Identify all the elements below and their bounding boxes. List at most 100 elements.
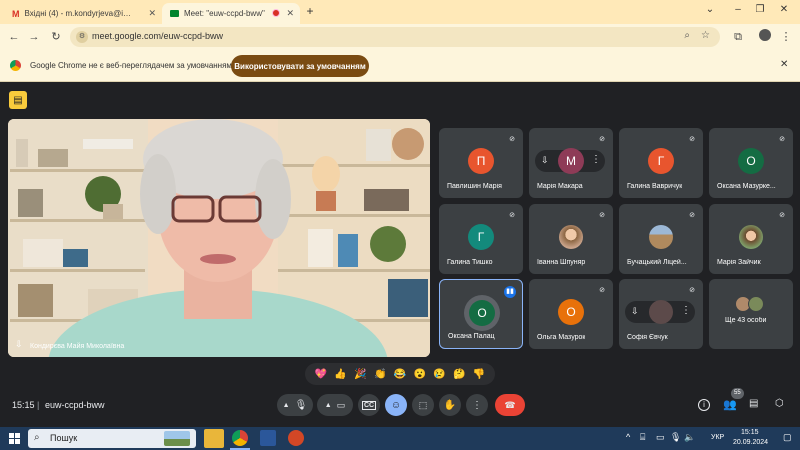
smile-icon: ☺ <box>390 399 402 411</box>
notes-icon[interactable]: ▤ <box>9 91 27 109</box>
more-options-button[interactable]: ⋮ <box>466 394 488 416</box>
bookmark-star-icon[interactable]: ☆ <box>701 30 710 41</box>
reaction-thinking[interactable]: 🤔 <box>453 369 465 380</box>
more-options-icon[interactable]: ⋮ <box>681 305 691 316</box>
powerpoint-icon[interactable] <box>288 430 304 446</box>
control-bar: 15:15 | euw-ccpd-bww ▲ 🎙 ▲ ▭ CC ☺ ⬚ ✋ ⋮ … <box>0 388 800 427</box>
participant-tile[interactable]: ⊘ Іванна Шпуняр <box>529 204 613 274</box>
reaction-surprised[interactable]: 😮 <box>413 369 425 380</box>
tab-search-icon[interactable]: ⌄ <box>700 4 720 15</box>
hand-icon: ✋ <box>443 399 457 411</box>
reaction-clap[interactable]: 👏 <box>374 369 386 380</box>
pin-icon[interactable]: ⇩ <box>15 339 23 350</box>
participant-tile-selected[interactable]: ▮▮ О Оксана Палац <box>439 279 523 349</box>
url-text: meet.google.com/euw-ccpd-bww <box>92 31 224 41</box>
maximize-button[interactable]: ❐ <box>750 4 770 15</box>
tab-gmail[interactable]: M Вхідні (4) - m.kondyrjeva@ippo... ✕ <box>4 3 162 24</box>
captions-icon: CC <box>361 400 377 410</box>
camera-icon: ▭ <box>336 399 346 410</box>
extensions-icon[interactable]: ⧉ <box>730 29 746 45</box>
word-icon[interactable] <box>260 430 276 446</box>
tab-meet[interactable]: Meet: "euw-ccpd-bww" ✕ <box>162 3 300 24</box>
site-info-icon[interactable]: ⚙ <box>76 31 88 43</box>
reload-icon[interactable]: ↻ <box>48 29 64 45</box>
windows-start-icon[interactable] <box>9 433 20 444</box>
more-options-icon[interactable]: ⋮ <box>591 154 601 165</box>
network-icon[interactable]: ⌸ <box>640 432 645 443</box>
file-explorer-icon[interactable] <box>204 429 224 448</box>
battery-icon[interactable]: ▭ <box>656 432 665 443</box>
reaction-sad[interactable]: 😢 <box>433 369 445 380</box>
taskbar-search[interactable]: ⌕ Пошук <box>28 429 196 448</box>
avatar-photo <box>739 225 763 249</box>
participants-count-badge: 55 <box>731 388 744 399</box>
clock-time[interactable]: 15:15 <box>741 429 759 436</box>
infobar-close-icon[interactable]: ✕ <box>780 59 788 70</box>
participant-tile[interactable]: ⊘ Бучацький Ліцей... <box>619 204 703 274</box>
participant-tile[interactable]: ⊘ Марія Зайчик <box>709 204 793 274</box>
captions-button[interactable]: CC <box>358 394 380 416</box>
chevron-up-icon[interactable]: ▲ <box>325 402 332 409</box>
tab-title: Вхідні (4) - m.kondyrjeva@ippo... <box>24 9 135 18</box>
new-tab-button[interactable]: + <box>300 4 320 18</box>
participant-name: Павлишин Марія <box>447 183 502 190</box>
chevron-up-icon[interactable]: ^ <box>626 432 630 442</box>
default-browser-infobar: Google Chrome не є веб-переглядачем за у… <box>0 50 800 82</box>
emoji-button[interactable]: ☺ <box>385 394 407 416</box>
speaker-icon[interactable]: 🔈 <box>684 432 695 443</box>
speaking-indicator-icon: ▮▮ <box>504 286 516 298</box>
participant-tile[interactable]: ⊘ ⇩ ⋮ Софія Євчук <box>619 279 703 349</box>
window-close-button[interactable]: ✕ <box>774 4 794 15</box>
close-tab-icon[interactable]: ✕ <box>148 8 156 19</box>
activities-icon[interactable]: ⬡ <box>775 398 784 409</box>
participant-tile[interactable]: ⊘ Г Галина Вавричук <box>619 128 703 198</box>
address-bar[interactable]: ⚙ meet.google.com/euw-ccpd-bww ⌕ ☆ <box>70 27 720 47</box>
camera-button[interactable]: ▲ ▭ <box>317 394 353 416</box>
participant-tile[interactable]: ⊘ О Ольга Мазурок <box>529 279 613 349</box>
chrome-taskbar-icon[interactable] <box>232 430 248 446</box>
notifications-icon[interactable]: ▢ <box>783 432 792 443</box>
reaction-party[interactable]: 🎉 <box>354 369 366 380</box>
reactions-bar: 💖 👍 🎉 👏 😂 😮 😢 🤔 👎 <box>305 363 495 385</box>
zoom-icon[interactable]: ⌕ <box>684 30 690 41</box>
participant-name: Галина Тишко <box>447 259 493 266</box>
language-indicator[interactable]: УКР <box>711 434 724 441</box>
more-participants-tile[interactable]: Ще 43 особи <box>709 279 793 349</box>
main-video-tile[interactable]: ⇩ Кондирєва Майя Миколаївна <box>8 119 430 357</box>
raise-hand-button[interactable]: ✋ <box>439 394 461 416</box>
microphone-tray-icon[interactable]: 🎙 <box>670 432 681 443</box>
close-tab-icon[interactable]: ✕ <box>286 8 294 19</box>
participant-name: Ольга Мазурок <box>537 334 586 341</box>
participant-tile[interactable]: ⊘ М ⇩ ⋮ Марія Макара <box>529 128 613 198</box>
present-button[interactable]: ⬚ <box>412 394 434 416</box>
profile-avatar[interactable] <box>757 29 773 45</box>
leave-call-button[interactable]: ☎ <box>495 394 525 416</box>
reaction-heart[interactable]: 💖 <box>315 369 327 380</box>
reaction-thumbs-down[interactable]: 👎 <box>473 369 485 380</box>
minimize-button[interactable]: – <box>728 4 748 15</box>
clock-date[interactable]: 20.09.2024 <box>733 439 768 446</box>
meeting-time: 15:15 <box>12 400 35 410</box>
microphone-button[interactable]: ▲ 🎙 <box>277 394 313 416</box>
pin-icon[interactable]: ⇩ <box>541 155 549 166</box>
hang-up-icon: ☎ <box>504 399 516 410</box>
chevron-up-icon[interactable]: ▲ <box>283 402 290 409</box>
menu-kebab-icon[interactable]: ⋮ <box>778 29 794 45</box>
chat-icon[interactable]: ▤ <box>749 398 758 409</box>
back-arrow-icon[interactable]: ← <box>6 29 22 45</box>
reaction-laugh[interactable]: 😂 <box>394 369 406 380</box>
people-icon[interactable]: 👥 <box>723 398 737 411</box>
participant-tile[interactable]: ⊘ О Оксана Мазурке... <box>709 128 793 198</box>
pin-icon[interactable]: ⇩ <box>631 306 639 317</box>
forward-arrow-icon[interactable]: → <box>26 29 42 45</box>
info-icon[interactable]: i <box>698 399 710 411</box>
avatar: О <box>469 300 495 326</box>
participant-tile[interactable]: ⊘ П Павлишин Марія <box>439 128 523 198</box>
meet-area: ▤ ⇩ Кондирєва Майя Миколаївна ⊘ П Павлиш… <box>0 82 800 427</box>
set-default-button[interactable]: Використовувати за умовчанням <box>231 55 369 77</box>
mic-off-icon: ⊘ <box>599 136 605 143</box>
participant-tile[interactable]: ⊘ Г Галина Тишко <box>439 204 523 274</box>
reaction-thumbs-up[interactable]: 👍 <box>334 369 346 380</box>
avatar: О <box>558 299 584 325</box>
tab-strip: M Вхідні (4) - m.kondyrjeva@ippo... ✕ Me… <box>0 0 800 24</box>
